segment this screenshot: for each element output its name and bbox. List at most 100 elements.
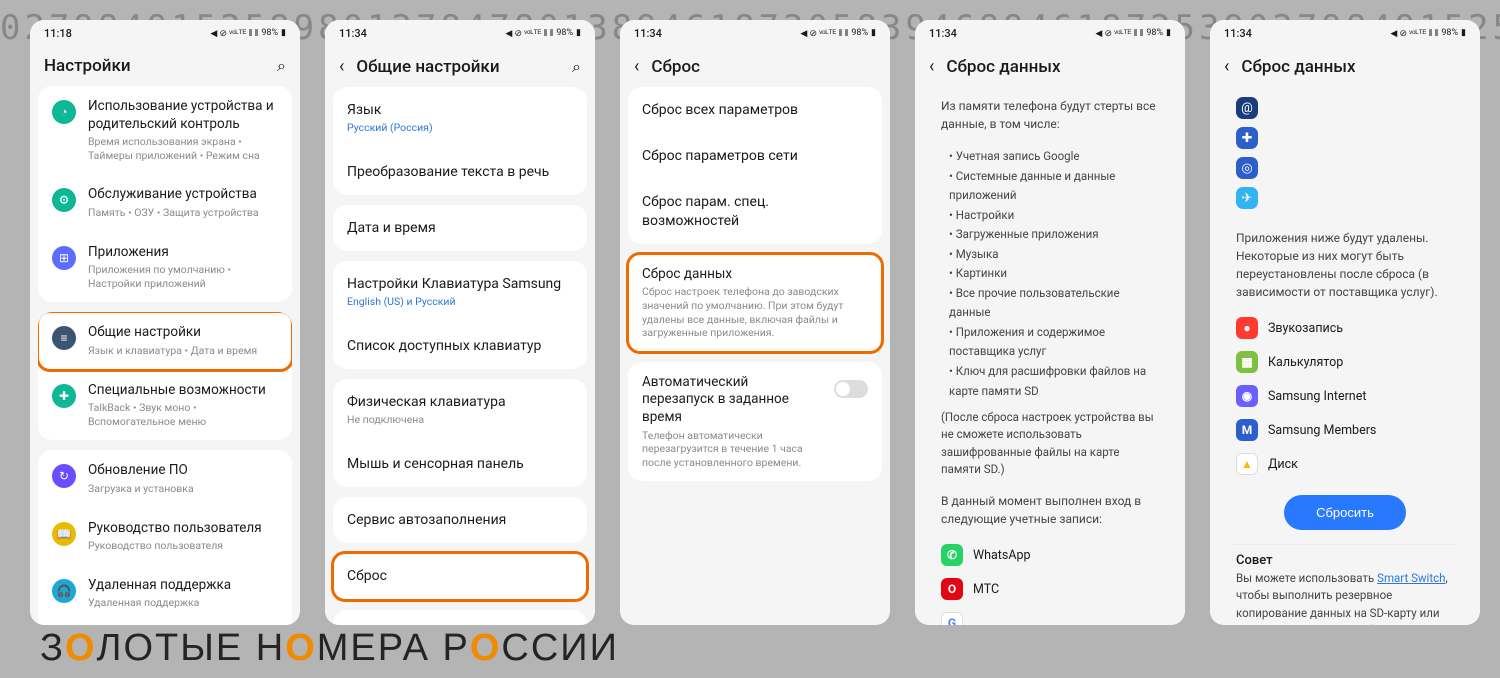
settings-item[interactable]: Дата и время	[333, 205, 587, 251]
app-label: Samsung Internet	[1268, 389, 1366, 404]
page-title: Сброс данных	[946, 57, 1171, 77]
statusbar: 11:34 ◀ ⊘ ᵛᵒᴸᵀᴱ ⫴ ⫴ 98%▮	[1210, 20, 1480, 46]
page-title: Сброс	[651, 57, 876, 77]
item-label: Мышь и сенсорная панель	[347, 455, 573, 473]
settings-item[interactable]: ⚙ Обслуживание устройства Память • ОЗУ •…	[38, 174, 292, 231]
settings-item[interactable]: ⊞ Приложения Приложения по умолчанию • Н…	[38, 232, 292, 303]
back-icon[interactable]: ‹	[1224, 56, 1229, 77]
settings-item[interactable]: ◔ Использование устройства и родительски…	[38, 86, 292, 174]
account-label: МТС	[973, 582, 999, 597]
back-icon[interactable]: ‹	[339, 56, 344, 77]
bullet-item: Системные данные и данные приложений	[949, 167, 1151, 206]
settings-item[interactable]: 🎧 Удаленная поддержка Удаленная поддержк…	[38, 565, 292, 622]
status-time: 11:34	[634, 27, 662, 40]
item-sub: Время использования экрана • Таймеры при…	[88, 135, 278, 162]
header: ‹ Сброс данных	[915, 46, 1185, 87]
bullet-item: Учетная запись Google	[949, 147, 1151, 167]
smart-switch-link[interactable]: Smart Switch	[1377, 571, 1445, 585]
phone-5: 11:34 ◀ ⊘ ᵛᵒᴸᵀᴱ ⫴ ⫴ 98%▮ ‹ Сброс данных …	[1210, 20, 1480, 625]
reset-option[interactable]: Сброс парам. спец. возможностей	[628, 179, 882, 243]
header: Настройки ⌕	[30, 46, 300, 86]
item-label: Приложения	[88, 244, 278, 262]
reset-data-row[interactable]: Сброс данных Сброс настроек телефона до …	[628, 254, 882, 352]
settings-item[interactable]: Сервис автозаполнения	[333, 497, 587, 543]
status-time: 11:34	[1224, 27, 1252, 40]
content: Сброс всех параметров Сброс параметров се…	[620, 87, 890, 625]
item-label: Сброс	[347, 567, 573, 585]
item-label: Обслуживание устройства	[88, 186, 278, 204]
reset-button[interactable]: Сбросить	[1284, 495, 1406, 530]
account-row: O МТС	[923, 572, 1177, 606]
app-icon: @	[1236, 97, 1258, 119]
settings-item[interactable]: Язык Русский (Россия)	[333, 87, 587, 149]
brand-watermark: ЗОЛОТЫЕ НОМЕРА РОССИИ	[40, 627, 619, 670]
card: ≡ Общие настройки Язык и клавиатура • Да…	[38, 312, 292, 440]
item-icon: 🎧	[52, 579, 76, 603]
auto-restart-row[interactable]: Автоматический перезапуск в заданное вре…	[628, 362, 882, 482]
statusbar: 11:34 ◀ ⊘ ᵛᵒᴸᵀᴱ ⫴ ⫴ 98%▮	[915, 20, 1185, 46]
settings-item[interactable]: Преобразование текста в речь	[333, 149, 587, 195]
item-sub: Язык и клавиатура • Дата и время	[88, 344, 278, 358]
page-title: Настройки	[44, 56, 265, 76]
settings-item[interactable]: Свяжитесь с нами	[333, 610, 587, 625]
search-icon[interactable]: ⌕	[572, 57, 581, 77]
bullet-item: Ключ для расшифровки файлов на карте пам…	[949, 362, 1151, 401]
settings-item[interactable]: Список доступных клавиатур	[333, 323, 587, 369]
settings-item[interactable]: Сброс	[333, 553, 587, 599]
item-label: Физическая клавиатура	[347, 393, 573, 411]
settings-item[interactable]: ✚ Специальные возможности TalkBack • Зву…	[38, 370, 292, 441]
account-icon: ✆	[941, 544, 963, 566]
settings-item[interactable]: Мышь и сенсорная панель	[333, 441, 587, 487]
settings-item[interactable]: 📖 Руководство пользователя Руководство п…	[38, 508, 292, 565]
status-icons: ◀ ⊘ ᵛᵒᴸᵀᴱ ⫴ ⫴ 98%▮	[1390, 28, 1466, 39]
card: Физическая клавиатура Не подключена Мышь и…	[333, 379, 587, 487]
app-icon: M	[1236, 419, 1258, 441]
back-icon[interactable]: ‹	[929, 56, 934, 77]
app-row: ◉ Samsung Internet	[1218, 379, 1472, 413]
settings-item[interactable]: Настройки Клавиатура Samsung English (US)…	[333, 261, 587, 323]
auto-restart-label: Автоматический перезапуск в заданное вре…	[642, 374, 822, 427]
reset-data-card[interactable]: Сброс данных Сброс настроек телефона до …	[628, 254, 882, 352]
item-sub: Загрузка и установка	[88, 482, 278, 496]
item-sub: Не подключена	[347, 413, 573, 427]
reset-option[interactable]: Сброс всех параметров	[628, 87, 882, 133]
search-icon[interactable]: ⌕	[277, 56, 286, 76]
app-row: ▲ Диск	[1218, 447, 1472, 481]
tip-title: Совет	[1218, 545, 1472, 570]
item-label: Использование устройства и родительский …	[88, 98, 278, 133]
item-label: Свяжитесь с нами	[347, 624, 573, 625]
item-icon: ⊞	[52, 246, 76, 270]
status-icons: ◀ ⊘ ᵛᵒᴸᵀᴱ ⫴ ⫴ 98%▮	[800, 28, 876, 39]
item-label: Руководство пользователя	[88, 520, 278, 538]
settings-item[interactable]: ⓘ Сведения о телефоне Состояние • Юридич…	[38, 622, 292, 625]
status-time: 11:34	[929, 27, 957, 40]
item-icon: ◔	[52, 100, 76, 124]
item-label: Язык	[347, 101, 573, 119]
page-title: Сброс данных	[1241, 57, 1466, 77]
item-icon: ≡	[52, 326, 76, 350]
item-label: Преобразование текста в речь	[347, 163, 573, 181]
settings-item[interactable]: ≡ Общие настройки Язык и клавиатура • Да…	[38, 312, 292, 369]
apps-intro: Приложения ниже будут удалены. Некоторые…	[1218, 219, 1472, 311]
item-sub: Удаленная поддержка	[88, 596, 278, 610]
app-label: Диск	[1268, 457, 1298, 472]
app-icon: ▦	[1236, 351, 1258, 373]
app-icon: ◎	[1236, 157, 1258, 179]
item-label: Настройки Клавиатура Samsung	[347, 275, 573, 293]
settings-item[interactable]: ↻ Обновление ПО Загрузка и установка	[38, 450, 292, 507]
back-icon[interactable]: ‹	[634, 56, 639, 77]
app-label: Samsung Members	[1268, 423, 1376, 438]
item-sub: Руководство пользователя	[88, 539, 278, 553]
item-sub: Русский (Россия)	[347, 121, 573, 135]
auto-restart-sub: Телефон автоматически перезагрузится в т…	[642, 429, 822, 470]
reset-option[interactable]: Сброс параметров сети	[628, 133, 882, 179]
top-apps: @✚◎✈	[1218, 87, 1472, 219]
item-sub: English (US) и Русский	[347, 295, 573, 309]
item-label: Сброс параметров сети	[642, 147, 868, 165]
header: ‹ Сброс данных	[1210, 46, 1480, 87]
auto-restart-toggle[interactable]	[834, 380, 868, 398]
card: Язык Русский (Россия) Преобразование текст…	[333, 87, 587, 195]
settings-item[interactable]: Физическая клавиатура Не подключена	[333, 379, 587, 441]
item-label: Удаленная поддержка	[88, 577, 278, 595]
app-label: Звукозапись	[1268, 321, 1343, 336]
